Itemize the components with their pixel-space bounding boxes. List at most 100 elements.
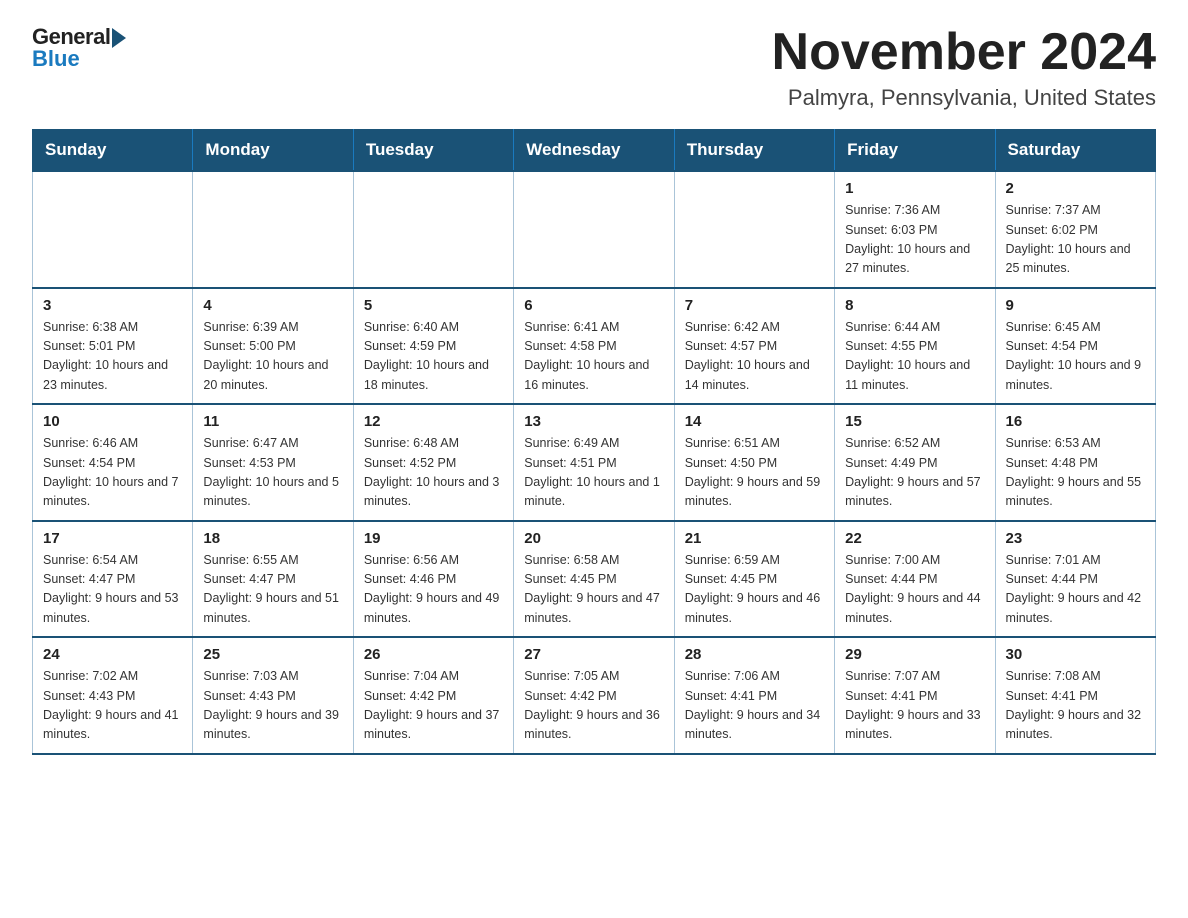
calendar-week-row: 1 Sunrise: 7:36 AM Sunset: 6:03 PM Daylig… [33,171,1156,288]
calendar-cell: 7 Sunrise: 6:42 AM Sunset: 4:57 PM Daylig… [674,288,834,405]
day-info: Sunrise: 6:40 AM Sunset: 4:59 PM Dayligh… [364,318,503,396]
calendar-cell [33,171,193,288]
weekday-header-sunday: Sunday [33,130,193,172]
calendar-cell: 18 Sunrise: 6:55 AM Sunset: 4:47 PM Dayli… [193,521,353,638]
logo-blue-text: Blue [32,46,80,72]
calendar-week-row: 24 Sunrise: 7:02 AM Sunset: 4:43 PM Dayli… [33,637,1156,754]
logo: General Blue [32,24,126,72]
day-info: Sunrise: 6:54 AM Sunset: 4:47 PM Dayligh… [43,551,182,629]
calendar-cell: 16 Sunrise: 6:53 AM Sunset: 4:48 PM Dayli… [995,404,1155,521]
day-number: 19 [364,530,503,547]
day-info: Sunrise: 6:59 AM Sunset: 4:45 PM Dayligh… [685,551,824,629]
weekday-header-thursday: Thursday [674,130,834,172]
day-info: Sunrise: 7:02 AM Sunset: 4:43 PM Dayligh… [43,667,182,745]
day-number: 10 [43,413,182,430]
weekday-header-monday: Monday [193,130,353,172]
day-number: 4 [203,297,342,314]
calendar-week-row: 3Sunrise: 6:38 AM Sunset: 5:01 PM Daylig… [33,288,1156,405]
day-number: 7 [685,297,824,314]
calendar-cell: 10Sunrise: 6:46 AM Sunset: 4:54 PM Dayli… [33,404,193,521]
day-number: 5 [364,297,503,314]
calendar-cell: 22Sunrise: 7:00 AM Sunset: 4:44 PM Dayli… [835,521,995,638]
calendar-cell: 13 Sunrise: 6:49 AM Sunset: 4:51 PM Dayli… [514,404,674,521]
day-number: 30 [1006,646,1145,663]
day-info: Sunrise: 7:07 AM Sunset: 4:41 PM Dayligh… [845,667,984,745]
weekday-header-row: SundayMondayTuesdayWednesdayThursdayFrid… [33,130,1156,172]
calendar-cell [674,171,834,288]
day-info: Sunrise: 6:49 AM Sunset: 4:51 PM Dayligh… [524,434,663,512]
calendar-week-row: 10Sunrise: 6:46 AM Sunset: 4:54 PM Dayli… [33,404,1156,521]
calendar-cell: 14 Sunrise: 6:51 AM Sunset: 4:50 PM Dayli… [674,404,834,521]
day-info: Sunrise: 6:45 AM Sunset: 4:54 PM Dayligh… [1006,318,1145,396]
day-info: Sunrise: 7:08 AM Sunset: 4:41 PM Dayligh… [1006,667,1145,745]
day-info: Sunrise: 6:55 AM Sunset: 4:47 PM Dayligh… [203,551,342,629]
day-number: 25 [203,646,342,663]
title-area: November 2024 Palmyra, Pennsylvania, Uni… [772,24,1156,111]
day-number: 2 [1006,180,1145,197]
day-number: 17 [43,530,182,547]
day-info: Sunrise: 6:42 AM Sunset: 4:57 PM Dayligh… [685,318,824,396]
calendar-cell: 25 Sunrise: 7:03 AM Sunset: 4:43 PM Dayli… [193,637,353,754]
calendar-cell: 20Sunrise: 6:58 AM Sunset: 4:45 PM Dayli… [514,521,674,638]
day-number: 28 [685,646,824,663]
day-info: Sunrise: 7:01 AM Sunset: 4:44 PM Dayligh… [1006,551,1145,629]
calendar-cell: 2Sunrise: 7:37 AM Sunset: 6:02 PM Daylig… [995,171,1155,288]
calendar-cell: 4 Sunrise: 6:39 AM Sunset: 5:00 PM Daylig… [193,288,353,405]
calendar-cell: 11Sunrise: 6:47 AM Sunset: 4:53 PM Dayli… [193,404,353,521]
calendar-cell: 6 Sunrise: 6:41 AM Sunset: 4:58 PM Daylig… [514,288,674,405]
weekday-header-tuesday: Tuesday [353,130,513,172]
calendar-cell [353,171,513,288]
day-number: 23 [1006,530,1145,547]
day-number: 24 [43,646,182,663]
location-title: Palmyra, Pennsylvania, United States [772,85,1156,111]
calendar-cell: 3Sunrise: 6:38 AM Sunset: 5:01 PM Daylig… [33,288,193,405]
day-info: Sunrise: 6:51 AM Sunset: 4:50 PM Dayligh… [685,434,824,512]
calendar-cell: 17 Sunrise: 6:54 AM Sunset: 4:47 PM Dayli… [33,521,193,638]
calendar-cell: 15Sunrise: 6:52 AM Sunset: 4:49 PM Dayli… [835,404,995,521]
calendar-cell: 5 Sunrise: 6:40 AM Sunset: 4:59 PM Daylig… [353,288,513,405]
calendar-week-row: 17 Sunrise: 6:54 AM Sunset: 4:47 PM Dayli… [33,521,1156,638]
day-number: 16 [1006,413,1145,430]
calendar-cell [514,171,674,288]
day-info: Sunrise: 6:41 AM Sunset: 4:58 PM Dayligh… [524,318,663,396]
day-number: 20 [524,530,663,547]
weekday-header-wednesday: Wednesday [514,130,674,172]
calendar-cell: 12Sunrise: 6:48 AM Sunset: 4:52 PM Dayli… [353,404,513,521]
day-info: Sunrise: 7:03 AM Sunset: 4:43 PM Dayligh… [203,667,342,745]
day-info: Sunrise: 6:52 AM Sunset: 4:49 PM Dayligh… [845,434,984,512]
day-number: 27 [524,646,663,663]
calendar-cell: 23 Sunrise: 7:01 AM Sunset: 4:44 PM Dayli… [995,521,1155,638]
calendar-cell: 21Sunrise: 6:59 AM Sunset: 4:45 PM Dayli… [674,521,834,638]
calendar-cell [193,171,353,288]
calendar-cell: 1 Sunrise: 7:36 AM Sunset: 6:03 PM Daylig… [835,171,995,288]
calendar-cell: 28Sunrise: 7:06 AM Sunset: 4:41 PM Dayli… [674,637,834,754]
calendar-cell: 29Sunrise: 7:07 AM Sunset: 4:41 PM Dayli… [835,637,995,754]
day-info: Sunrise: 6:39 AM Sunset: 5:00 PM Dayligh… [203,318,342,396]
weekday-header-friday: Friday [835,130,995,172]
day-info: Sunrise: 7:05 AM Sunset: 4:42 PM Dayligh… [524,667,663,745]
calendar-cell: 9 Sunrise: 6:45 AM Sunset: 4:54 PM Daylig… [995,288,1155,405]
day-info: Sunrise: 6:56 AM Sunset: 4:46 PM Dayligh… [364,551,503,629]
day-number: 18 [203,530,342,547]
calendar-cell: 26 Sunrise: 7:04 AM Sunset: 4:42 PM Dayli… [353,637,513,754]
day-number: 26 [364,646,503,663]
calendar-cell: 8Sunrise: 6:44 AM Sunset: 4:55 PM Daylig… [835,288,995,405]
day-number: 6 [524,297,663,314]
day-number: 13 [524,413,663,430]
day-info: Sunrise: 7:04 AM Sunset: 4:42 PM Dayligh… [364,667,503,745]
calendar-cell: 27 Sunrise: 7:05 AM Sunset: 4:42 PM Dayli… [514,637,674,754]
day-info: Sunrise: 7:36 AM Sunset: 6:03 PM Dayligh… [845,201,984,279]
day-info: Sunrise: 6:48 AM Sunset: 4:52 PM Dayligh… [364,434,503,512]
day-number: 3 [43,297,182,314]
day-number: 9 [1006,297,1145,314]
calendar-cell: 30 Sunrise: 7:08 AM Sunset: 4:41 PM Dayli… [995,637,1155,754]
month-title: November 2024 [772,24,1156,81]
logo-arrow-icon [112,28,126,48]
calendar-cell: 19 Sunrise: 6:56 AM Sunset: 4:46 PM Dayli… [353,521,513,638]
day-number: 1 [845,180,984,197]
weekday-header-saturday: Saturday [995,130,1155,172]
calendar-table: SundayMondayTuesdayWednesdayThursdayFrid… [32,129,1156,755]
day-number: 11 [203,413,342,430]
day-info: Sunrise: 6:53 AM Sunset: 4:48 PM Dayligh… [1006,434,1145,512]
day-number: 14 [685,413,824,430]
